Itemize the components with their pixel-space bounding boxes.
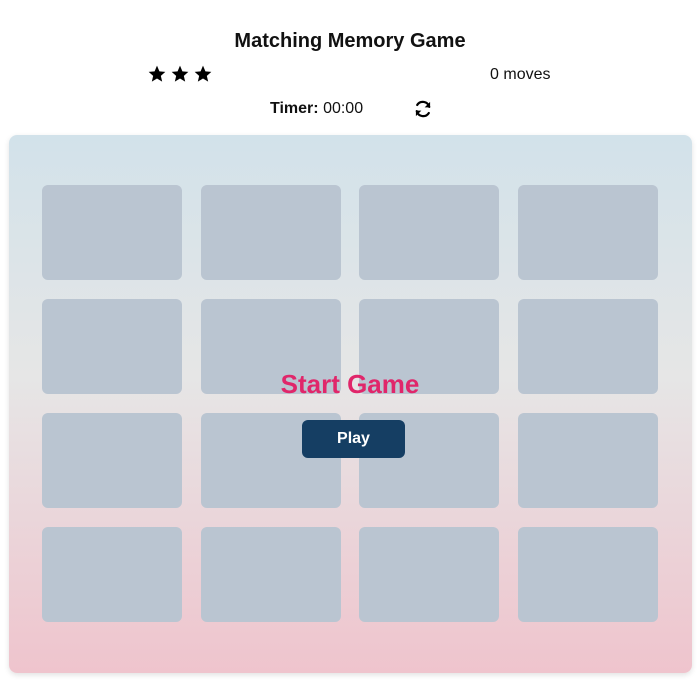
memory-card[interactable] bbox=[201, 185, 341, 280]
moves-count: 0 bbox=[490, 66, 499, 83]
start-game-heading: Start Game bbox=[280, 369, 420, 399]
star-rating bbox=[147, 64, 213, 84]
memory-card[interactable] bbox=[42, 185, 182, 280]
game-board bbox=[9, 135, 692, 673]
moves-label: moves bbox=[503, 66, 551, 83]
memory-card[interactable] bbox=[359, 527, 499, 622]
memory-card[interactable] bbox=[518, 185, 658, 280]
memory-card[interactable] bbox=[42, 413, 182, 508]
timer-label: Timer: bbox=[270, 100, 319, 117]
timer-value: 00:00 bbox=[323, 100, 364, 117]
memory-card[interactable] bbox=[201, 527, 341, 622]
timer: Timer: 00:00 bbox=[270, 100, 363, 118]
memory-card[interactable] bbox=[359, 185, 499, 280]
memory-card[interactable] bbox=[518, 413, 658, 508]
game-title: Matching Memory Game bbox=[234, 30, 466, 52]
memory-card[interactable] bbox=[42, 527, 182, 622]
refresh-icon[interactable] bbox=[413, 99, 433, 119]
moves-counter: 0 moves bbox=[490, 66, 550, 84]
star-icon bbox=[194, 65, 212, 82]
star-icon bbox=[171, 65, 189, 82]
play-button[interactable]: Play bbox=[302, 420, 405, 458]
memory-card[interactable] bbox=[518, 527, 658, 622]
star-icon bbox=[148, 65, 166, 82]
game-page: Matching Memory Game 0 moves Timer: 00:0… bbox=[0, 0, 700, 700]
